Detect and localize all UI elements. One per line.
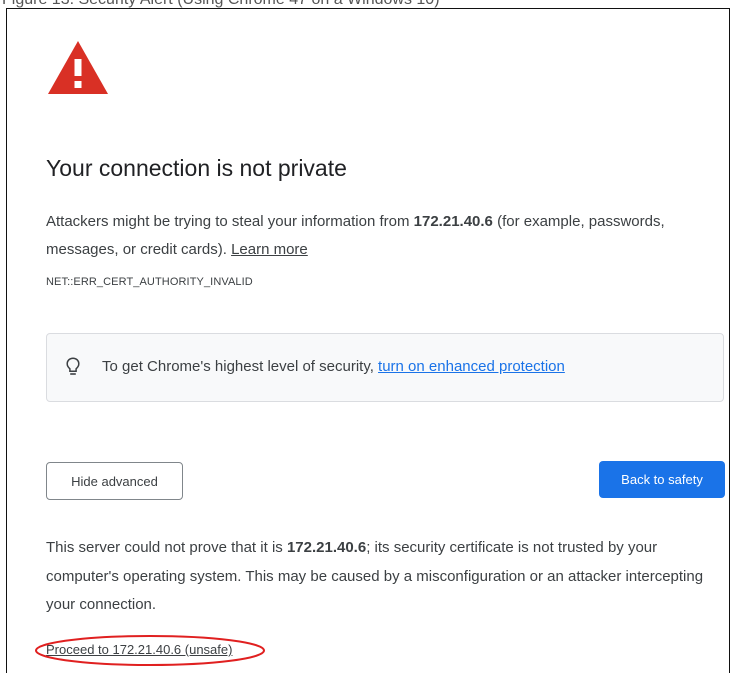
warning-triangle-icon xyxy=(48,41,108,94)
description-host: 172.21.40.6 xyxy=(413,213,493,230)
warning-description: Attackers might be trying to steal your … xyxy=(46,208,706,264)
page-title: Your connection is not private xyxy=(46,155,347,181)
back-to-safety-button[interactable]: Back to safety xyxy=(599,461,725,498)
annotation-ellipse xyxy=(35,635,265,666)
details-host: 172.21.40.6 xyxy=(286,539,367,556)
hide-advanced-button[interactable]: Hide advanced xyxy=(46,462,183,500)
error-code: NET::ERR_CERT_AUTHORITY_INVALID xyxy=(46,276,253,288)
certificate-details: This server could not prove that it is 1… xyxy=(46,534,726,620)
enhanced-protection-banner: To get Chrome's highest level of securit… xyxy=(46,333,724,402)
description-text: Attackers might be trying to steal your … xyxy=(46,213,414,230)
lightbulb-icon xyxy=(66,357,80,375)
browser-page: Your connection is not private Attackers… xyxy=(6,8,730,673)
details-text: This server could not prove that it is xyxy=(46,539,287,556)
enhanced-protection-label: To get Chrome's highest level of securit… xyxy=(102,358,379,375)
enhanced-protection-link[interactable]: turn on enhanced protection xyxy=(378,358,565,375)
learn-more-link[interactable]: Learn more xyxy=(231,241,308,258)
enhanced-protection-text: To get Chrome's highest level of securit… xyxy=(102,358,565,375)
